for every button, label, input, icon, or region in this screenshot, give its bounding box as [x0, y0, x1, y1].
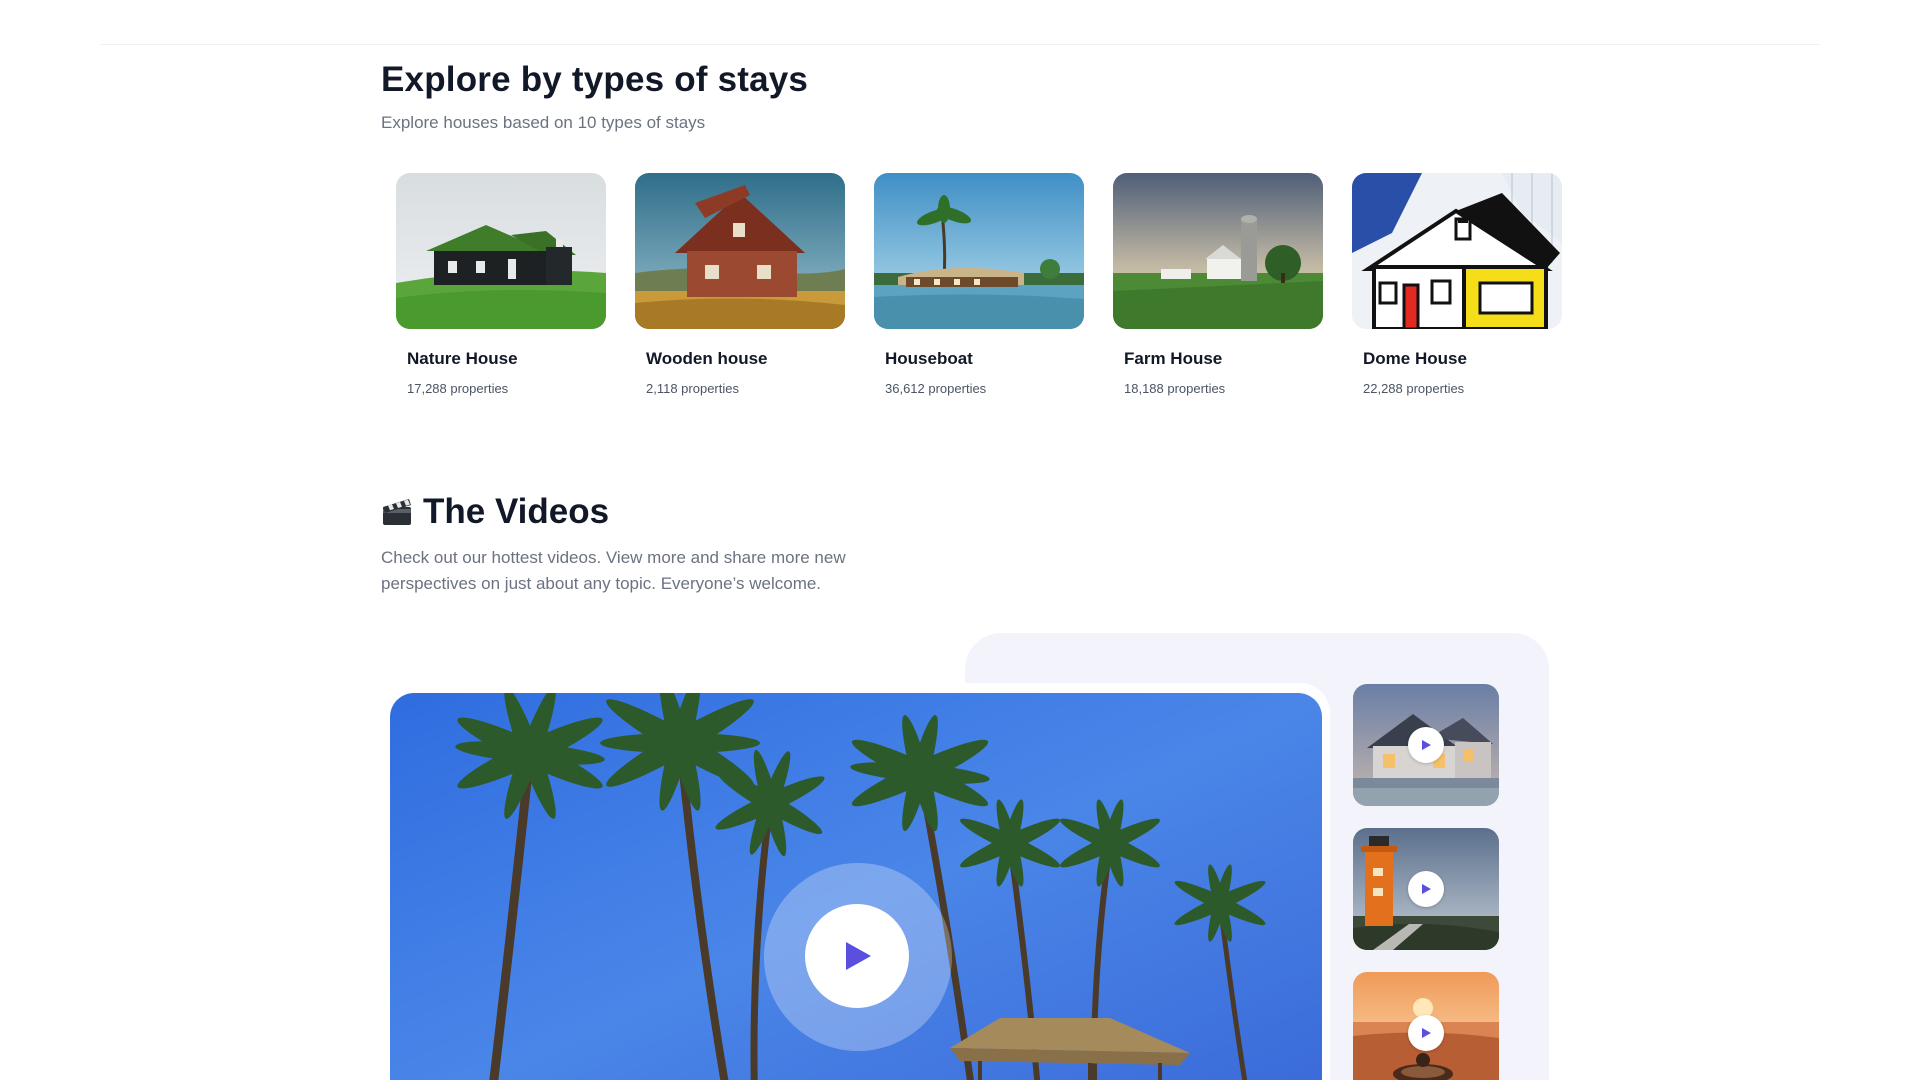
- page: Explore by types of stays Explore houses…: [0, 0, 1920, 1080]
- wooden-house-image: [635, 173, 845, 329]
- video-thumbnail-3[interactable]: [1353, 972, 1499, 1080]
- stay-card-houseboat[interactable]: Houseboat 36,612 properties: [874, 173, 1084, 396]
- top-divider: [100, 44, 1820, 45]
- stay-name: Farm House: [1124, 349, 1223, 368]
- stay-card-farm-house[interactable]: Farm House 18,188 properties: [1113, 173, 1323, 396]
- stay-name: Dome House: [1363, 349, 1467, 368]
- thumbnail-3-play-button[interactable]: [1408, 1015, 1444, 1051]
- stay-count: 22,288 properties: [1363, 381, 1465, 396]
- stay-count: 36,612 properties: [885, 381, 987, 396]
- play-icon: [1422, 1028, 1431, 1038]
- clapperboard-icon: [383, 499, 411, 525]
- thumbnail-1-play-button[interactable]: [1408, 727, 1444, 763]
- videos-section-header: The Videos: [381, 492, 609, 532]
- videos-subtitle-line-2: perspectives on just about any topic. Ev…: [381, 574, 822, 593]
- videos-section-subtitle: Check out our hottest videos. View more …: [381, 545, 941, 597]
- stay-name: Wooden house: [646, 349, 768, 368]
- video-thumbnail-list: [1353, 684, 1499, 1080]
- dome-house-image: [1352, 173, 1562, 329]
- stay-count: 2,118 properties: [646, 381, 739, 396]
- videos-subtitle-line-1: Check out our hottest videos. View more …: [381, 548, 846, 567]
- main-video-play-button[interactable]: [805, 904, 909, 1008]
- stays-section-subtitle: Explore houses based on 10 types of stay…: [381, 113, 706, 132]
- farm-house-image: [1113, 173, 1323, 329]
- video-thumbnail-1[interactable]: [1353, 684, 1499, 806]
- stay-card-dome-house[interactable]: Dome House 22,288 properties: [1352, 173, 1562, 396]
- stay-name: Nature House: [407, 349, 518, 368]
- stay-types-list: Nature House 17,288 properties Wooden ho…: [396, 173, 1562, 396]
- stays-section-title: Explore by types of stays: [381, 60, 809, 99]
- houseboat-image: [874, 173, 1084, 329]
- play-icon: [846, 942, 871, 970]
- video-thumbnail-2[interactable]: [1353, 828, 1499, 950]
- stay-name: Houseboat: [885, 349, 973, 368]
- play-icon: [1422, 740, 1431, 750]
- nature-house-image: [396, 173, 606, 329]
- play-icon: [1422, 884, 1431, 894]
- thumbnail-2-play-button[interactable]: [1408, 871, 1444, 907]
- videos-section-title: The Videos: [423, 492, 610, 531]
- stay-card-nature-house[interactable]: Nature House 17,288 properties: [396, 173, 606, 396]
- stay-count: 18,188 properties: [1124, 381, 1226, 396]
- stay-card-wooden-house[interactable]: Wooden house 2,118 properties: [635, 173, 845, 396]
- stay-count: 17,288 properties: [407, 381, 509, 396]
- main-video-player[interactable]: [390, 693, 1322, 1080]
